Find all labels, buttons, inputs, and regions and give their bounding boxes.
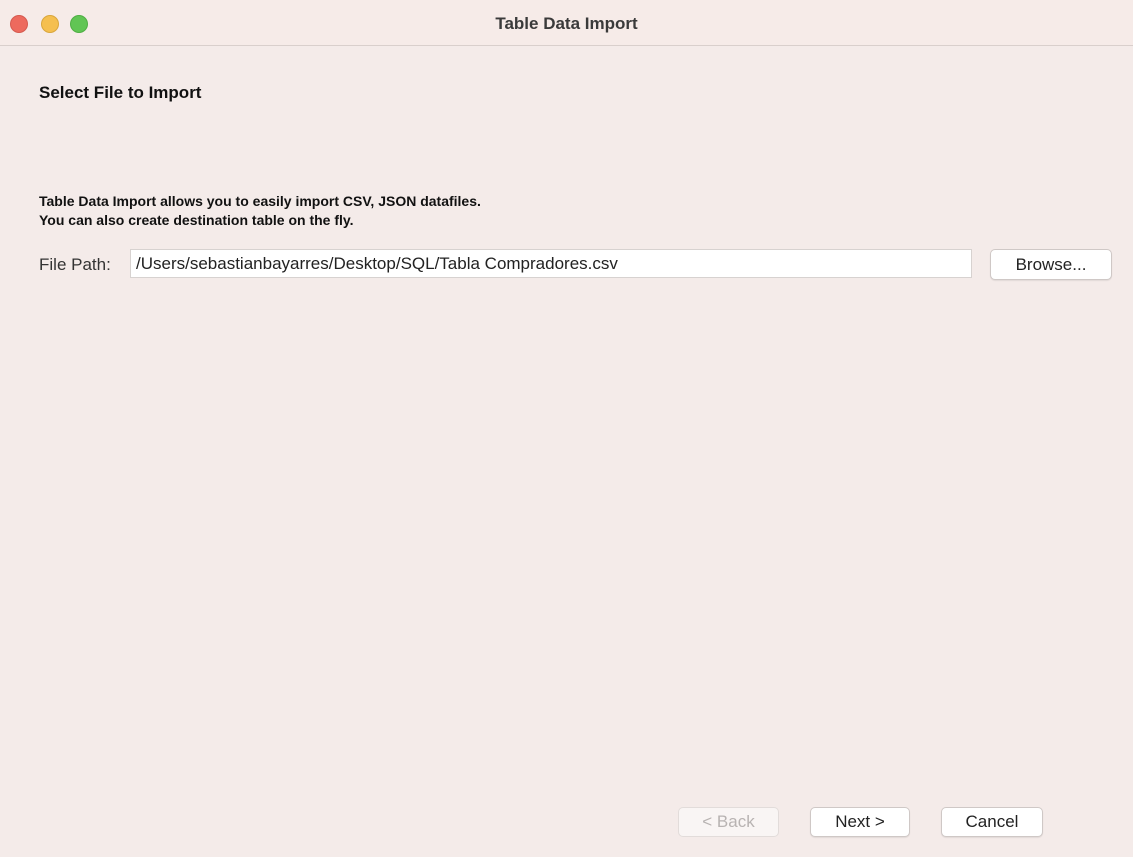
import-window: Table Data Import Select File to Import …: [0, 0, 1133, 857]
back-button[interactable]: < Back: [678, 807, 779, 837]
next-button[interactable]: Next >: [810, 807, 910, 837]
description-line-2: You can also create destination table on…: [39, 212, 354, 228]
file-path-input[interactable]: [130, 249, 972, 278]
browse-button[interactable]: Browse...: [990, 249, 1112, 280]
window-title: Table Data Import: [495, 14, 638, 33]
section-title: Select File to Import: [39, 83, 202, 102]
title-bar[interactable]: Table Data Import: [0, 0, 1133, 46]
cancel-button[interactable]: Cancel: [941, 807, 1043, 837]
file-path-label: File Path:: [39, 255, 111, 274]
description-line-1: Table Data Import allows you to easily i…: [39, 193, 481, 209]
